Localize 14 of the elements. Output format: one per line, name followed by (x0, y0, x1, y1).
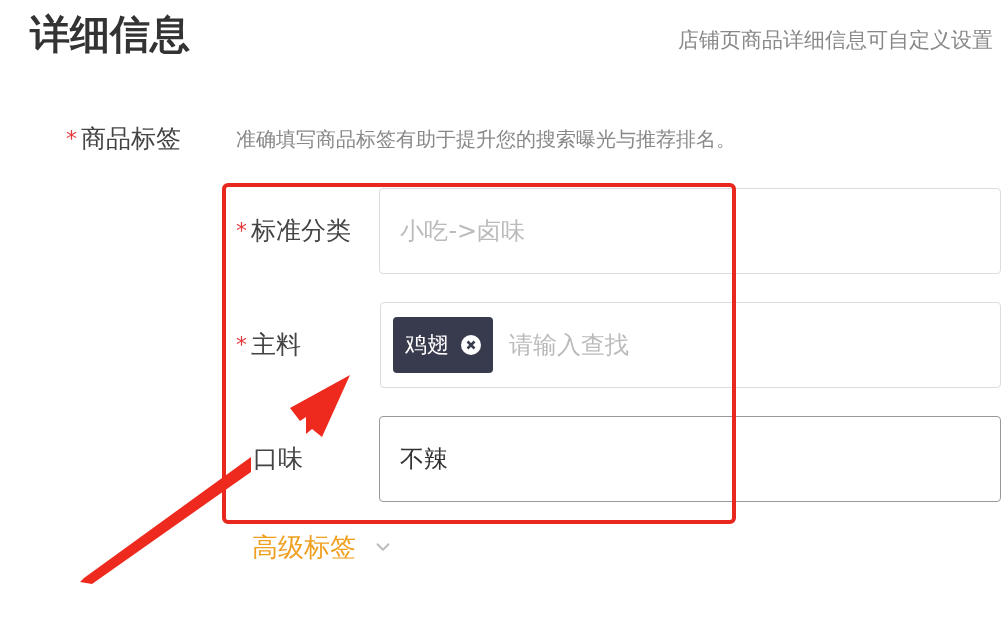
required-mark: * (236, 217, 247, 245)
section-description: 店铺页商品详细信息可自定义设置 (678, 26, 993, 54)
field-label: 商品标签 (81, 123, 182, 155)
arrow-head (290, 375, 350, 437)
required-mark: * (66, 125, 77, 154)
search-input[interactable]: 请输入查找 (508, 326, 809, 363)
section-title: 详细信息 (30, 10, 190, 59)
input-field[interactable]: 小吃->卤味 (379, 187, 1001, 274)
field-hint: 准确填写商品标签有助于提升您的搜索曝光与推荐排名。 (236, 125, 736, 153)
remove-icon[interactable] (460, 334, 481, 355)
search-field[interactable]: 鸡翅 请输入查找 (379, 301, 1001, 388)
tag-chip[interactable]: 鸡翅 (392, 316, 493, 373)
required-mark: * (236, 331, 247, 359)
input-field[interactable]: 不辣 (379, 415, 1001, 502)
